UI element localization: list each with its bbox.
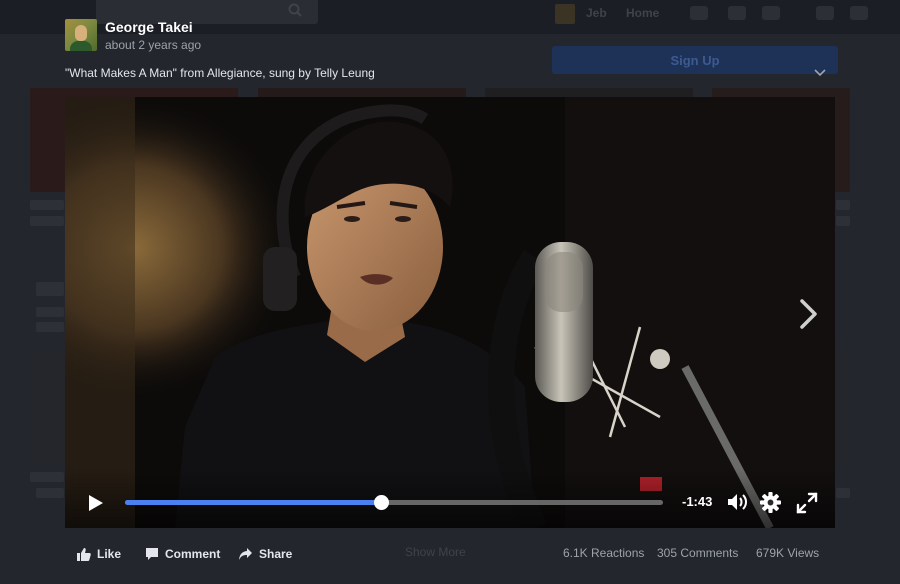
background-text	[36, 488, 64, 498]
background-text	[836, 216, 850, 226]
background-user-avatar	[555, 4, 575, 24]
author-avatar[interactable]	[65, 19, 97, 51]
background-text	[30, 472, 64, 482]
search-icon	[288, 3, 302, 17]
post-caption: "What Makes A Man" from Allegiance, sung…	[65, 66, 375, 80]
background-nav-user: Jeb	[586, 6, 607, 20]
background-signup-button: Sign Up	[552, 46, 838, 74]
avatar-shirt	[70, 41, 92, 51]
chevron-down-icon[interactable]	[813, 68, 827, 78]
progress-scrubber[interactable]	[373, 495, 389, 510]
account-menu-icon	[850, 6, 868, 20]
background-text	[36, 282, 64, 296]
next-arrow-icon[interactable]	[797, 297, 821, 331]
background-text	[30, 200, 64, 210]
thumbs-up-icon	[77, 548, 91, 561]
author-name[interactable]: George Takei	[105, 19, 193, 35]
settings-gear-icon[interactable]	[760, 492, 781, 513]
time-remaining: -1:43	[682, 494, 713, 509]
background-nav-home: Home	[626, 6, 660, 20]
share-arrow-icon	[239, 548, 252, 560]
comment-bubble-icon	[146, 548, 158, 560]
volume-icon[interactable]	[726, 492, 750, 512]
like-label: Like	[97, 547, 122, 561]
background-text	[36, 322, 64, 332]
share-label: Share	[259, 547, 293, 561]
views-count: 679K Views	[756, 546, 820, 560]
video-player[interactable]: -1:43	[65, 97, 835, 528]
fullscreen-icon[interactable]	[796, 492, 818, 514]
share-button[interactable]: Share	[238, 547, 292, 561]
messages-icon	[728, 6, 746, 20]
notifications-icon	[762, 6, 780, 20]
help-icon	[816, 6, 834, 20]
avatar-face	[75, 25, 87, 41]
comment-label: Comment	[165, 547, 221, 561]
background-show-more: Show More	[405, 545, 466, 559]
background-text	[36, 307, 64, 317]
video-frame	[65, 97, 835, 528]
background-text	[30, 216, 64, 226]
background-text	[836, 488, 850, 498]
post-timestamp[interactable]: about 2 years ago	[105, 38, 201, 52]
friends-icon	[690, 6, 708, 20]
background-text	[836, 200, 850, 210]
comment-button[interactable]: Comment	[145, 547, 220, 561]
background-thumbnail	[835, 349, 850, 465]
controls-bar	[65, 468, 835, 528]
comments-count[interactable]: 305 Comments	[657, 546, 738, 560]
reactions-count[interactable]: 6.1K Reactions	[563, 546, 644, 560]
progress-fill	[125, 500, 381, 505]
background-thumbnail	[30, 349, 68, 465]
play-icon[interactable]	[87, 493, 105, 513]
progress-bar[interactable]	[125, 495, 663, 510]
like-button[interactable]: Like	[77, 547, 121, 561]
